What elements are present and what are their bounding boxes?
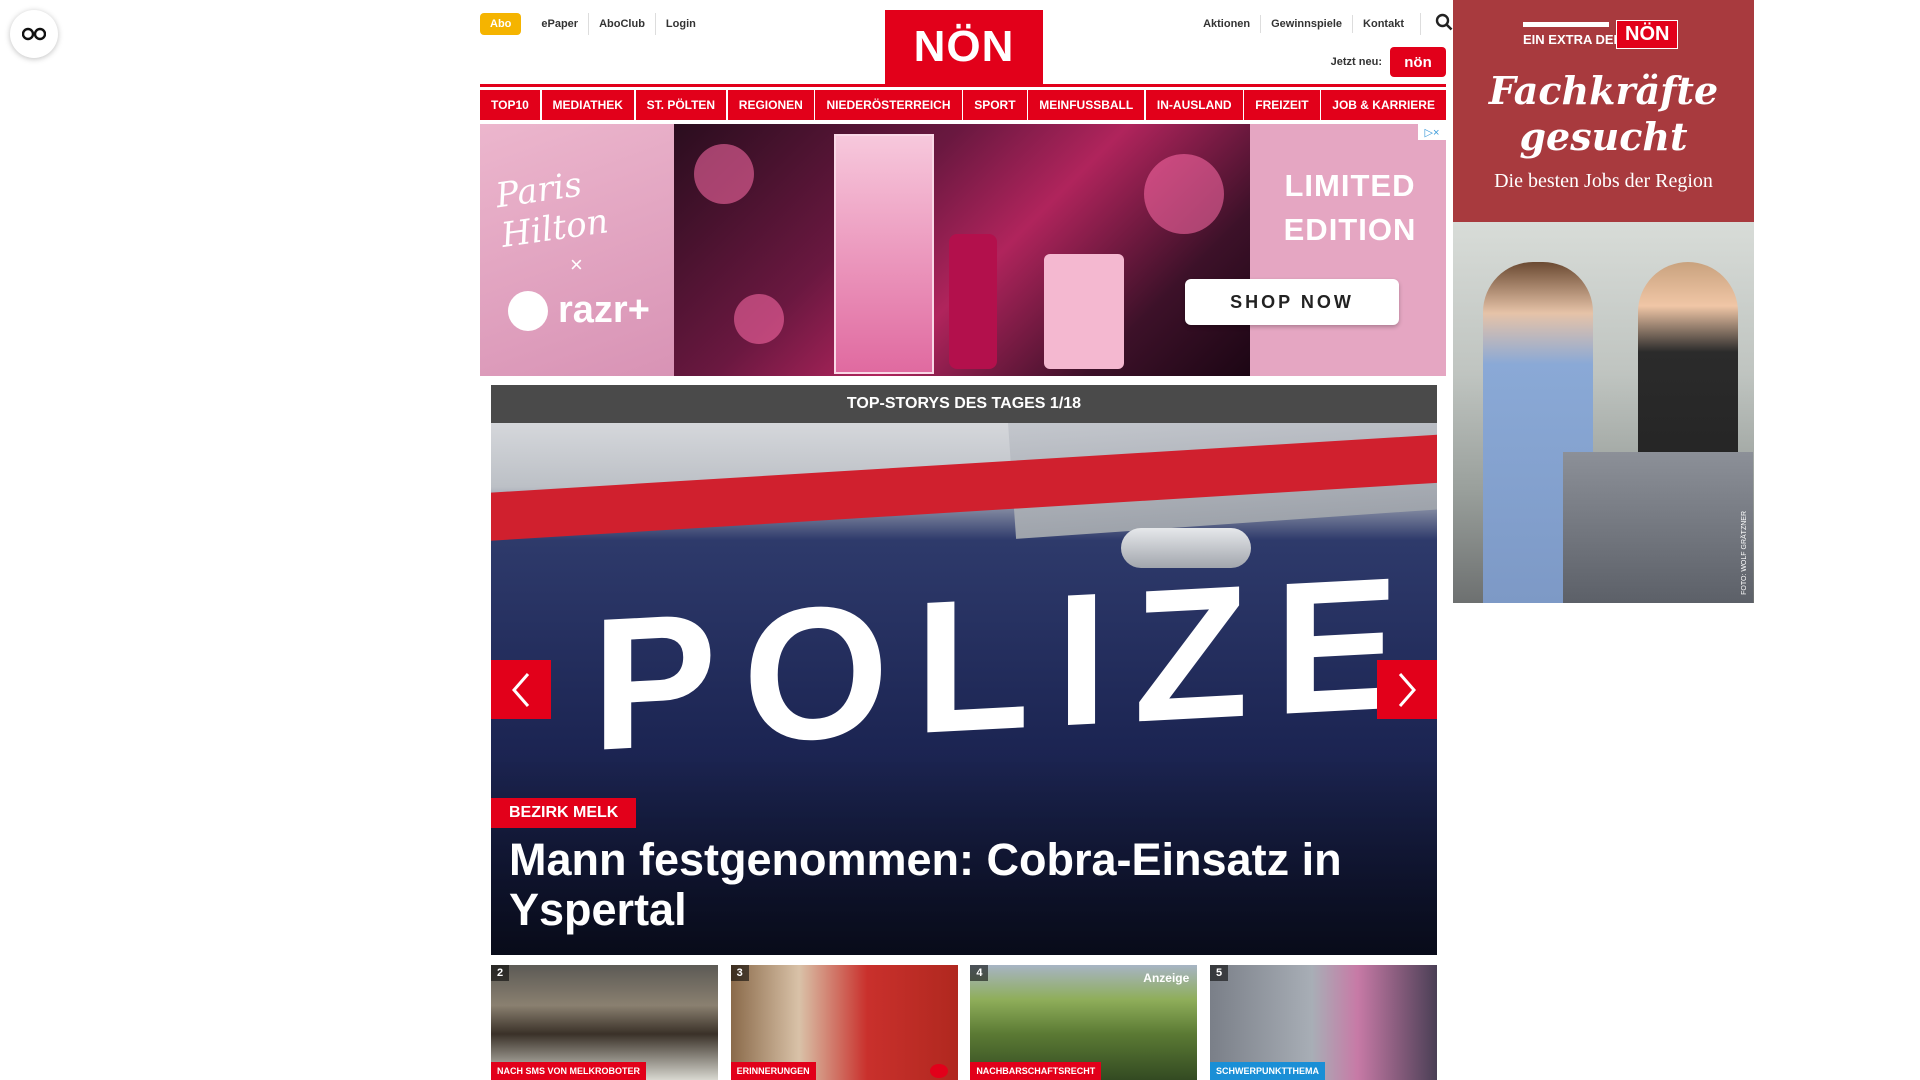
ad-razr-logo: razr+	[508, 289, 650, 332]
side-ad-headline: Fachkräfte gesucht	[1488, 68, 1719, 159]
aktionen-link[interactable]: Aktionen	[1193, 15, 1260, 33]
nav-job-karriere[interactable]: JOB & KARRIERE	[1321, 90, 1446, 120]
ad-bokeh	[734, 294, 784, 344]
side-ad-machine	[1563, 452, 1753, 603]
thumbnail-number: 4	[970, 965, 989, 981]
slider-prev-button[interactable]	[491, 660, 551, 719]
ad-brand-script: Paris Hilton	[493, 164, 611, 256]
ad-shop-now-button[interactable]: SHOP NOW	[1185, 279, 1399, 325]
ad-product-scene	[674, 124, 1250, 376]
thumbnail-tag: SCHWERPUNKTTHEMA	[1209, 1062, 1325, 1080]
nav-freizeit[interactable]: FREIZEIT	[1244, 90, 1320, 120]
motorola-icon	[508, 290, 548, 331]
adchoices-icon[interactable]: ▷×	[1418, 124, 1446, 140]
thumbnail-number: 5	[1209, 965, 1229, 981]
epaper-link[interactable]: ePaper	[531, 13, 588, 35]
side-ad-subline: Die besten Jobs der Region	[1494, 170, 1713, 192]
site-logo[interactable]: NÖN	[885, 10, 1043, 84]
thumbnail-tag: ERINNERUNGEN	[730, 1062, 816, 1080]
promo-badge[interactable]: nön	[1390, 47, 1446, 77]
story-thumbnail[interactable]: 4 Anzeige NACHBARSCHAFTSRECHT	[970, 965, 1198, 1080]
ad-bokeh	[1144, 154, 1224, 234]
side-ad-photo: FOTO: WOLF GRÄTZNER	[1453, 222, 1754, 603]
ad-limited-edition: LIMITED EDITION	[1283, 168, 1417, 247]
nav-niederoesterreich[interactable]: NIEDERÖSTERREICH	[815, 90, 962, 120]
side-ad-credit: FOTO: WOLF GRÄTZNER	[1741, 511, 1748, 595]
hero-image-text: POLIZEI	[591, 531, 1437, 791]
ad-product-phone	[949, 234, 997, 369]
hero-car-stripe	[491, 430, 1437, 544]
hero-category-tag[interactable]: BEZIRK MELK	[491, 798, 637, 828]
thumbnail-number: 3	[730, 965, 749, 981]
ad-bokeh	[694, 144, 754, 204]
chevron-left-icon	[512, 672, 530, 707]
story-thumbnail[interactable]: 2 NACH SMS VON MELKROBOTER	[491, 965, 718, 1080]
top-stories-heading: TOP-STORYS DES TAGES 1/18	[491, 385, 1437, 423]
thumbnail-anzeige: Anzeige	[1143, 971, 1190, 985]
nav-regionen[interactable]: REGIONEN	[727, 90, 814, 120]
nav-sport[interactable]: SPORT	[963, 90, 1027, 120]
jetzt-neu: Jetzt neu: nön	[1331, 47, 1446, 77]
nav-top10[interactable]: TOP10	[480, 90, 540, 120]
story-thumbnails: 2 NACH SMS VON MELKROBOTER 3 ERINNERUNGE…	[491, 965, 1437, 1080]
side-ad-person	[1638, 262, 1738, 462]
category-navigation: TOP10 MEDIATHEK ST. PÖLTEN REGIONEN NIED…	[480, 90, 1446, 120]
side-ad-brand: NÖN	[1616, 20, 1679, 49]
ad-razr-text: razr+	[558, 289, 650, 331]
banner-ad[interactable]: Paris Hilton × razr+ LIMITED EDITION SHO…	[480, 124, 1446, 376]
chevron-right-icon	[1398, 672, 1416, 707]
hero-story[interactable]: POLIZEI BEZIRK MELK Mann festgenommen: C…	[491, 423, 1437, 955]
side-ad[interactable]: EIN EXTRA DER NÖN Fachkräfte gesucht Die…	[1453, 0, 1754, 603]
ad-cross: ×	[570, 252, 583, 277]
nav-meinfussball[interactable]: MEINFUSSBALL	[1028, 90, 1145, 120]
reader-mode-button[interactable]	[10, 10, 58, 58]
site-header: Abo ePaper AboClub Login NÖN Aktionen Ge…	[480, 0, 1453, 88]
abo-button[interactable]: Abo	[480, 13, 522, 35]
kontakt-link[interactable]: Kontakt	[1352, 15, 1414, 33]
thumbnail-number: 2	[491, 965, 510, 981]
thumbnail-tag: NACHBARSCHAFTSRECHT	[970, 1062, 1102, 1080]
gewinnspiele-link[interactable]: Gewinnspiele	[1260, 15, 1352, 33]
ad-product-box	[834, 134, 934, 374]
story-thumbnail[interactable]: 5 SCHWERPUNKTTHEMA	[1209, 965, 1437, 1080]
top-navigation: Abo ePaper AboClub Login	[480, 13, 706, 35]
nav-st-poelten[interactable]: ST. PÖLTEN	[635, 90, 727, 120]
utility-navigation: Aktionen Gewinnspiele Kontakt	[1193, 13, 1453, 35]
hero-headline[interactable]: Mann festgenommen: Cobra-Einsatz in Yspe…	[509, 835, 1389, 935]
camera-icon	[929, 1064, 948, 1078]
side-ad-extra-label: EIN EXTRA DER	[1523, 32, 1623, 47]
ad-brand-panel: Paris Hilton × razr+	[480, 124, 674, 376]
header-divider	[480, 84, 1446, 87]
story-thumbnail[interactable]: 3 ERINNERUNGEN	[730, 965, 958, 1080]
reader-glasses-icon	[22, 27, 46, 41]
login-link[interactable]: Login	[654, 13, 706, 35]
jetzt-neu-label: Jetzt neu:	[1330, 56, 1382, 68]
slider-next-button[interactable]	[1377, 660, 1437, 719]
thumbnail-tag: NACH SMS VON MELKROBOTER	[491, 1062, 647, 1080]
nav-in-ausland[interactable]: IN-AUSLAND	[1145, 90, 1243, 120]
ad-product-bag	[1044, 254, 1124, 369]
aboclub-link[interactable]: AboClub	[588, 13, 655, 35]
nav-mediathek[interactable]: MEDIATHEK	[541, 90, 634, 120]
search-icon[interactable]	[1420, 13, 1453, 35]
side-ad-bar	[1523, 22, 1609, 27]
